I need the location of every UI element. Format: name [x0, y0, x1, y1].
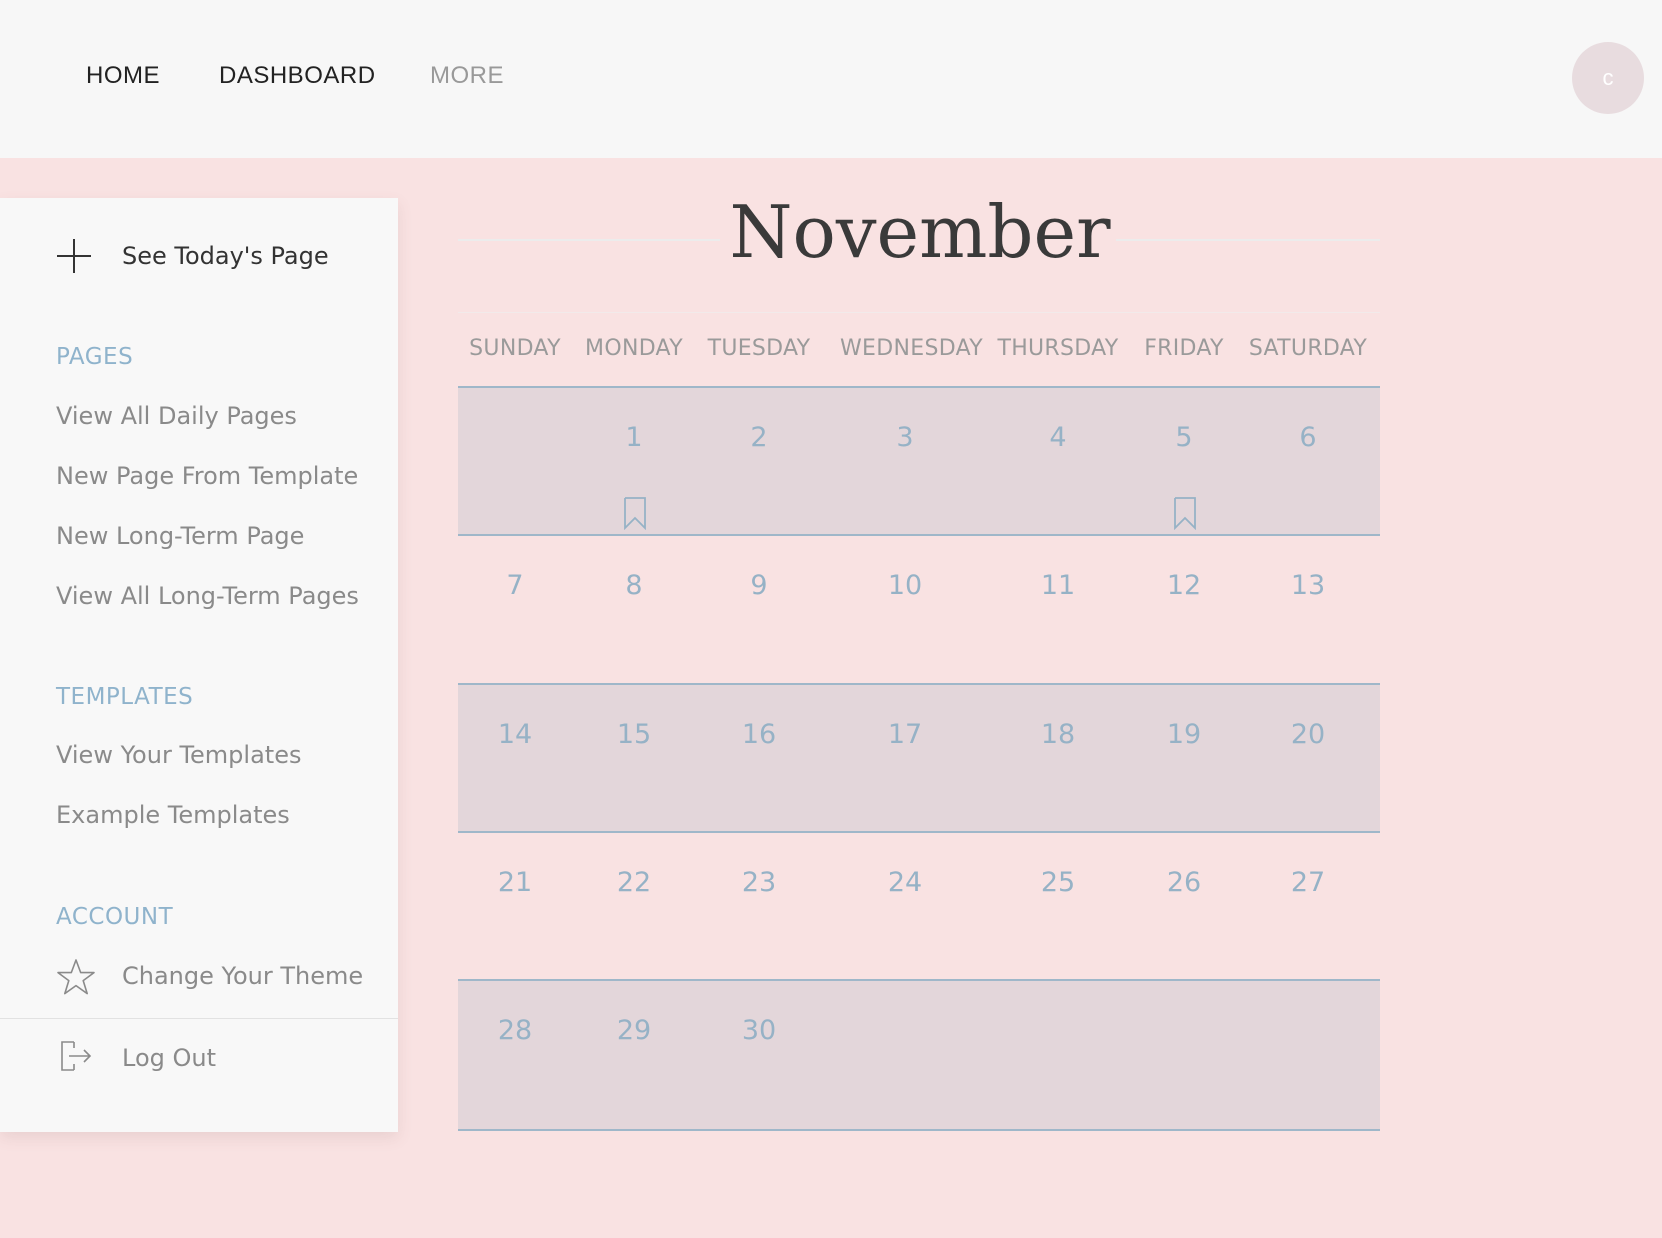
plus-icon	[57, 239, 91, 273]
day-9[interactable]: 9	[724, 570, 794, 601]
new-page-from-template-link[interactable]: New Page From Template	[56, 462, 358, 490]
day-11[interactable]: 11	[1023, 570, 1093, 601]
day-25[interactable]: 25	[1023, 867, 1093, 898]
day-20[interactable]: 20	[1273, 719, 1343, 750]
day-22[interactable]: 22	[599, 867, 669, 898]
title-rule-right	[1116, 239, 1380, 241]
day-17[interactable]: 17	[870, 719, 940, 750]
day-30[interactable]: 30	[724, 1015, 794, 1046]
bookmark-icon[interactable]	[1173, 496, 1197, 530]
avatar[interactable]: c	[1572, 42, 1644, 114]
view-all-long-term-pages-link[interactable]: View All Long-Term Pages	[56, 582, 359, 610]
weekday-friday: FRIDAY	[1144, 336, 1224, 361]
day-5[interactable]: 5	[1149, 422, 1219, 453]
day-2[interactable]: 2	[724, 422, 794, 453]
month-title: November	[729, 190, 1111, 274]
day-27[interactable]: 27	[1273, 867, 1343, 898]
week-row	[458, 979, 1380, 1131]
sidebar-divider	[0, 1018, 398, 1019]
nav-more-link[interactable]: MORE	[430, 62, 504, 90]
day-28[interactable]: 28	[480, 1015, 550, 1046]
title-rule-left	[458, 239, 720, 241]
day-8[interactable]: 8	[599, 570, 669, 601]
day-14[interactable]: 14	[480, 719, 550, 750]
sidebar-menu: See Today's Page PAGES View All Daily Pa…	[0, 198, 398, 1132]
pages-heading: PAGES	[56, 344, 134, 370]
day-10[interactable]: 10	[870, 570, 940, 601]
day-4[interactable]: 4	[1023, 422, 1093, 453]
week-row	[458, 534, 1380, 684]
day-18[interactable]: 18	[1023, 719, 1093, 750]
weekday-wednesday: WEDNESDAY	[840, 336, 983, 361]
day-21[interactable]: 21	[480, 867, 550, 898]
weekday-header-rule	[458, 312, 1380, 313]
weekday-monday: MONDAY	[585, 336, 683, 361]
day-26[interactable]: 26	[1149, 867, 1219, 898]
day-24[interactable]: 24	[870, 867, 940, 898]
weekday-sunday: SUNDAY	[469, 336, 561, 361]
log-out-label: Log Out	[122, 1044, 217, 1072]
account-heading: ACCOUNT	[56, 904, 174, 930]
day-15[interactable]: 15	[599, 719, 669, 750]
week-row	[458, 386, 1380, 536]
templates-heading: TEMPLATES	[56, 684, 194, 710]
star-icon	[57, 959, 95, 995]
day-16[interactable]: 16	[724, 719, 794, 750]
day-12[interactable]: 12	[1149, 570, 1219, 601]
view-all-daily-pages-link[interactable]: View All Daily Pages	[56, 402, 297, 430]
day-29[interactable]: 29	[599, 1015, 669, 1046]
see-todays-page-label: See Today's Page	[122, 242, 329, 270]
logout-icon	[61, 1041, 92, 1071]
weekday-tuesday: TUESDAY	[707, 336, 811, 361]
bookmark-icon[interactable]	[623, 496, 647, 530]
example-templates-link[interactable]: Example Templates	[56, 801, 290, 829]
top-nav-bar: HOME DASHBOARD MORE c	[0, 0, 1662, 158]
nav-dashboard-link[interactable]: DASHBOARD	[219, 62, 376, 90]
new-long-term-page-link[interactable]: New Long-Term Page	[56, 522, 304, 550]
weekday-saturday: SATURDAY	[1248, 336, 1368, 361]
day-23[interactable]: 23	[724, 867, 794, 898]
day-13[interactable]: 13	[1273, 570, 1343, 601]
day-6[interactable]: 6	[1273, 422, 1343, 453]
nav-home-link[interactable]: HOME	[86, 62, 160, 90]
view-your-templates-link[interactable]: View Your Templates	[56, 741, 301, 769]
day-1[interactable]: 1	[599, 422, 669, 453]
day-19[interactable]: 19	[1149, 719, 1219, 750]
week-row	[458, 831, 1380, 981]
day-3[interactable]: 3	[870, 422, 940, 453]
weekday-thursday: THURSDAY	[997, 336, 1119, 361]
change-theme-label: Change Your Theme	[122, 962, 364, 990]
day-7[interactable]: 7	[480, 570, 550, 601]
week-row	[458, 683, 1380, 833]
